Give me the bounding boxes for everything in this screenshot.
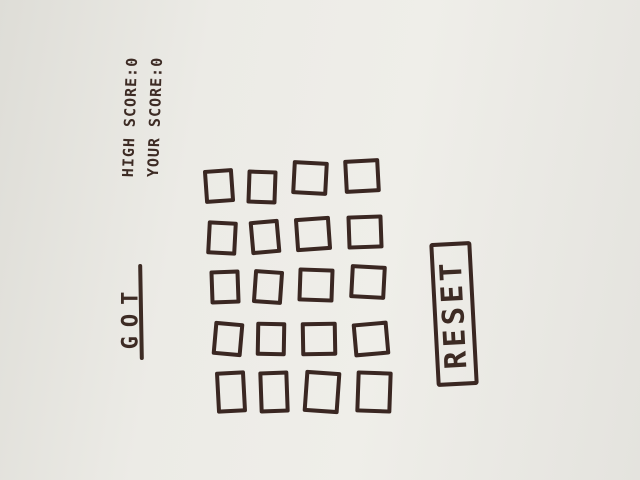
grid-cell[interactable] <box>211 320 245 358</box>
grid-cell[interactable] <box>291 160 329 196</box>
grid-cell[interactable] <box>302 369 342 415</box>
grid-cell[interactable] <box>346 214 384 250</box>
high-score-label: HIGH SCORE:0 <box>118 56 142 178</box>
grid-cell[interactable] <box>248 218 282 256</box>
grid-cell[interactable] <box>255 321 287 357</box>
grid-cell[interactable] <box>351 320 391 358</box>
grid-cell[interactable] <box>251 268 285 306</box>
grid-cell[interactable] <box>214 370 248 414</box>
grid-cell[interactable] <box>355 370 393 414</box>
grid-cell[interactable] <box>202 167 236 205</box>
grid-cell[interactable] <box>206 220 238 256</box>
grid-cell[interactable] <box>209 269 241 305</box>
grid-cell[interactable] <box>246 169 278 205</box>
game-title: GOT <box>118 282 144 350</box>
grid-cell[interactable] <box>297 267 335 303</box>
grid-cell[interactable] <box>349 264 387 300</box>
grid-cell[interactable] <box>258 370 290 414</box>
grid-cell[interactable] <box>300 321 338 357</box>
reset-button[interactable]: RESET <box>429 240 479 388</box>
grid-cell[interactable] <box>343 158 381 194</box>
game-screen: GOT HIGH SCORE:0 YOUR SCORE:0 RESET <box>0 0 640 480</box>
reset-button-label: RESET <box>433 258 475 370</box>
your-score-label: YOUR SCORE:0 <box>143 56 167 178</box>
grid-cell[interactable] <box>293 215 333 253</box>
